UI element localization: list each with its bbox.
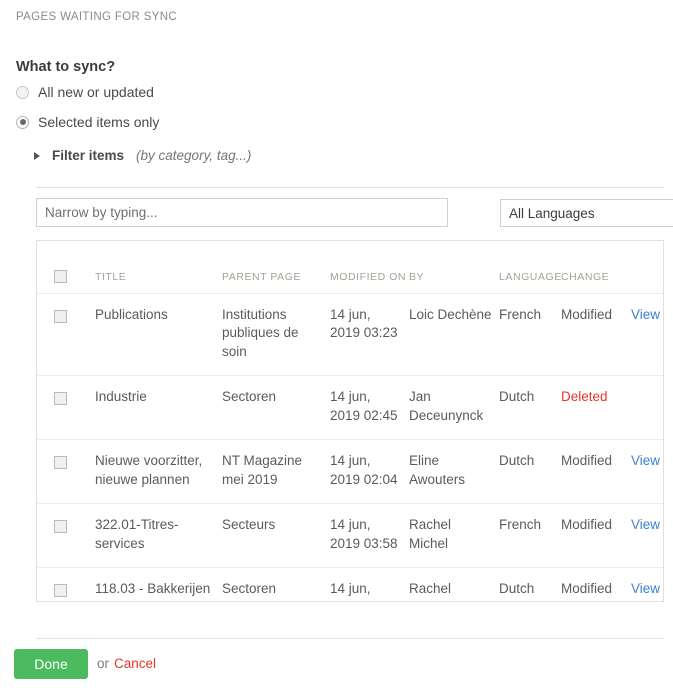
cell-change: Modified (561, 293, 631, 376)
radio-option-all-new[interactable]: All new or updated (16, 84, 154, 100)
cell-language: Dutch (499, 439, 561, 504)
cell-title: 322.01-Titres-services (95, 503, 222, 568)
page-title: PAGES WAITING FOR SYNC (16, 11, 178, 23)
cell-change: Modified (561, 581, 613, 596)
done-button[interactable]: Done (14, 649, 88, 679)
cell-action: View (631, 439, 663, 504)
radio-indicator-all-new[interactable] (16, 85, 29, 99)
radio-label-selected-only: Selected items only (38, 114, 160, 130)
triangle-right-icon (34, 151, 40, 160)
cell-modified-on: 14 jun, 2019 03:58 (330, 503, 409, 568)
view-link[interactable]: View (631, 517, 660, 532)
column-header-change[interactable]: CHANGE (561, 241, 631, 294)
select-all-header (37, 241, 95, 294)
cell-parent-page: Secteurs (222, 503, 330, 568)
cell-title: Nieuwe voorzitter, nieuwe plannen (95, 439, 222, 504)
cell-by: Rachel Michel (409, 581, 452, 601)
search-input[interactable] (36, 198, 448, 227)
row-checkbox[interactable] (54, 392, 67, 406)
divider-bottom (36, 638, 664, 639)
cell-by: Eline Awouters (409, 439, 499, 504)
column-header-language[interactable]: LANGUAGE (499, 241, 561, 294)
radio-label-all-new: All new or updated (38, 84, 154, 100)
language-select[interactable]: All Languages (500, 199, 673, 227)
filter-items-toggle[interactable]: Filter items (by category, tag...) (34, 148, 251, 163)
or-label: or (97, 656, 110, 671)
cell-change: Modified (561, 439, 631, 504)
cell-language: French (499, 503, 561, 568)
cell-parent-page: Institutions publiques de soin (222, 293, 330, 376)
table-header: TITLE PARENT PAGE MODIFIED ON BY LANGUAG… (37, 241, 663, 294)
row-checkbox-cell (37, 293, 95, 376)
cell-title: 118.03 - Bakkerijen (95, 581, 211, 596)
table-body: Publications Institutions publiques de s… (37, 293, 663, 602)
cancel-link[interactable]: Cancel (114, 656, 156, 671)
view-link[interactable]: View (631, 307, 660, 322)
pages-table-container: TITLE PARENT PAGE MODIFIED ON BY LANGUAG… (36, 240, 664, 602)
row-checkbox[interactable] (54, 584, 67, 598)
pages-table: TITLE PARENT PAGE MODIFIED ON BY LANGUAG… (37, 241, 663, 602)
cell-modified-on: 14 jun, 2019 03:23 (330, 293, 409, 376)
cell-by: Jan Deceunynck (409, 375, 499, 440)
cell-parent-page: Sectoren (222, 375, 330, 440)
row-checkbox[interactable] (54, 309, 67, 323)
view-link[interactable]: View (631, 453, 660, 468)
language-select-value: All Languages (509, 205, 595, 221)
row-checkbox-cell (37, 375, 95, 440)
cell-action (631, 375, 663, 440)
table-header-row: TITLE PARENT PAGE MODIFIED ON BY LANGUAG… (37, 241, 663, 294)
table-row[interactable]: 322.01-Titres-services Secteurs 14 jun, … (37, 503, 663, 568)
row-checkbox[interactable] (54, 520, 67, 534)
cell-change: Deleted (561, 375, 631, 440)
cell-parent-page: NT Magazine mei 2019 (222, 439, 330, 504)
filter-items-hint: (by category, tag...) (136, 148, 252, 163)
select-all-checkbox[interactable] (54, 269, 67, 283)
cell-title: Publications (95, 293, 222, 376)
cell-modified-on: 14 jun, 2019 02:45 (330, 375, 409, 440)
row-checkbox-cell (37, 439, 95, 504)
filter-items-label: Filter items (52, 148, 125, 163)
view-link[interactable]: View (631, 581, 660, 596)
row-checkbox-cell (37, 568, 95, 602)
row-checkbox[interactable] (54, 456, 67, 470)
cell-by: Loic Dechène (409, 293, 499, 376)
divider-top (36, 187, 664, 188)
radio-indicator-selected-only[interactable] (16, 115, 29, 129)
column-header-by[interactable]: BY (409, 241, 499, 294)
cell-action: View (631, 568, 663, 602)
row-checkbox-cell (37, 503, 95, 568)
column-header-action (631, 241, 663, 294)
column-header-title[interactable]: TITLE (95, 241, 222, 294)
cell-action: View (631, 293, 663, 376)
what-to-sync-heading: What to sync? (16, 59, 116, 75)
column-header-parent-page[interactable]: PARENT PAGE (222, 241, 330, 294)
cell-language: Dutch (499, 375, 561, 440)
cell-title: Industrie (95, 375, 222, 440)
cell-by: Rachel Michel (409, 503, 499, 568)
radio-option-selected-only[interactable]: Selected items only (16, 114, 159, 130)
table-row[interactable]: 118.03 - Bakkerijen Sectoren 14 jun, 201… (37, 568, 663, 602)
table-row[interactable]: Nieuwe voorzitter, nieuwe plannen NT Mag… (37, 439, 663, 504)
cell-language: Dutch (499, 581, 535, 596)
table-row[interactable]: Industrie Sectoren 14 jun, 2019 02:45 Ja… (37, 375, 663, 440)
cell-language: French (499, 293, 561, 376)
cell-modified-on: 14 jun, 2019 02:04 (330, 439, 409, 504)
table-row[interactable]: Publications Institutions publiques de s… (37, 293, 663, 376)
cell-parent-page: Sectoren (222, 581, 277, 596)
cell-change: Modified (561, 503, 631, 568)
column-header-modified-on[interactable]: MODIFIED ON (330, 241, 409, 294)
cell-modified-on: 14 jun, 2019 01:37 (330, 581, 398, 601)
cell-action: View (631, 503, 663, 568)
